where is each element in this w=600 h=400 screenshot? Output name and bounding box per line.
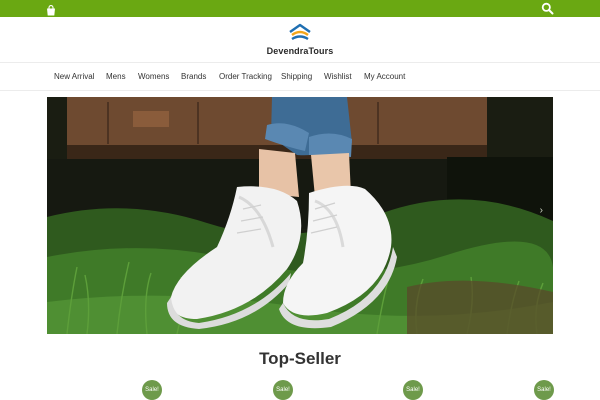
site-brand-name[interactable]: DevendraTours: [0, 46, 600, 56]
main-navigation: New Arrival Mens Womens Brands Order Tra…: [0, 63, 600, 91]
hero-slider[interactable]: ›: [47, 97, 553, 334]
nav-item-order-tracking[interactable]: Order Tracking: [219, 72, 272, 81]
nav-item-wishlist[interactable]: Wishlist: [324, 72, 352, 81]
nav-item-brands[interactable]: Brands: [181, 72, 206, 81]
nav-item-shipping[interactable]: Shipping: [281, 72, 312, 81]
nav-item-mens[interactable]: Mens: [106, 72, 126, 81]
search-icon[interactable]: [541, 2, 554, 15]
hero-slide-image: [47, 97, 553, 334]
sale-badge: Sale!: [403, 380, 423, 400]
shopping-bag-icon[interactable]: [45, 3, 57, 16]
sale-badge: Sale!: [534, 380, 554, 400]
nav-item-my-account[interactable]: My Account: [364, 72, 405, 81]
slider-next-arrow[interactable]: ›: [540, 205, 543, 216]
sale-badge: Sale!: [273, 380, 293, 400]
section-title: Top-Seller: [259, 349, 341, 368]
site-header: DevendraTours: [0, 17, 600, 63]
nav-item-womens[interactable]: Womens: [138, 72, 169, 81]
nav-item-new-arrival[interactable]: New Arrival: [54, 72, 94, 81]
sale-badge: Sale!: [142, 380, 162, 400]
logo-mark-icon[interactable]: [287, 23, 313, 43]
top-bar: [0, 0, 600, 17]
